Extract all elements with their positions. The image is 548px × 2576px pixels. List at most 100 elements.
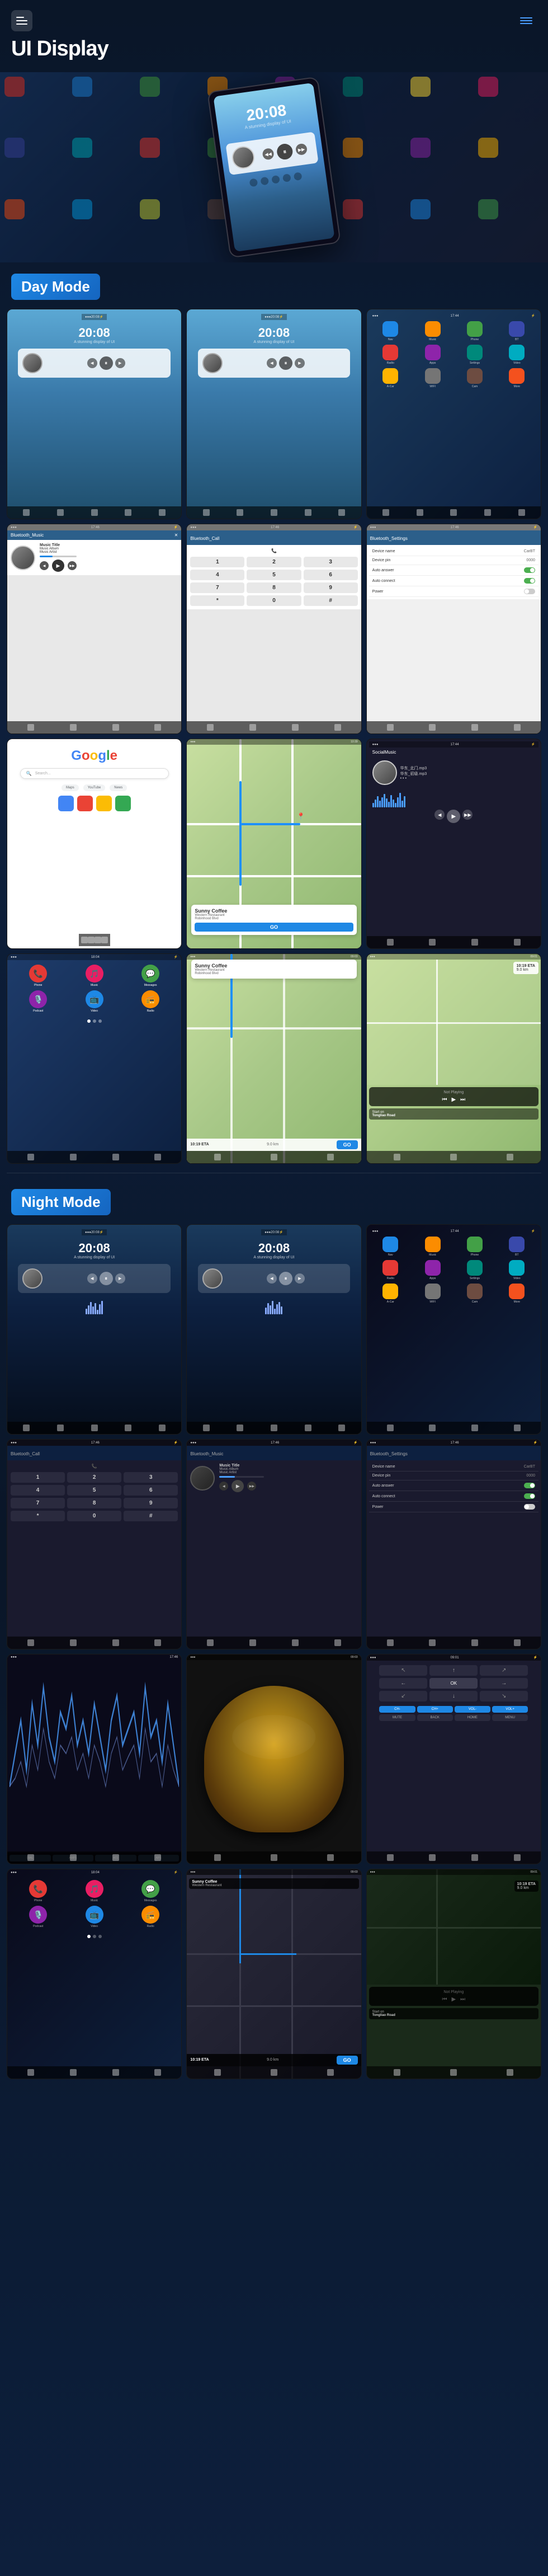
night-map-eta-screen: ●●●09:03 Sunny Coffee Western Restaurant (186, 1869, 361, 2079)
hero-play-button[interactable]: ⏸ (276, 143, 294, 161)
num-0[interactable]: 0 (247, 595, 301, 606)
night-auto-answer-toggle[interactable] (524, 1483, 535, 1488)
night-num-9[interactable]: 9 (124, 1498, 178, 1508)
app-podcast[interactable]: 🎙️ Podcast (12, 990, 64, 1013)
night-nav-func-3[interactable]: VOL- (455, 1706, 490, 1713)
night-num-1[interactable]: 1 (11, 1472, 65, 1483)
app-radio[interactable]: 📻 Radio (124, 990, 177, 1013)
num-5[interactable]: 5 (247, 570, 301, 580)
night-next-btn-2[interactable]: ▶ (295, 1273, 305, 1284)
app-messages[interactable]: 💬 Messages (124, 965, 177, 987)
night-prev-btn-1[interactable]: ◀ (87, 1273, 97, 1284)
night-nav-btn-up[interactable]: ↑ (429, 1665, 478, 1676)
night-np-play-btn[interactable]: ▶ (451, 1996, 456, 2002)
np-play-btn[interactable]: ▶ (451, 1097, 456, 1103)
hero-next-button[interactable]: ▶▶ (295, 143, 308, 156)
next-btn-1[interactable]: ▶ (115, 358, 125, 368)
night-app-video[interactable]: 📺 Video (68, 1906, 120, 1928)
app-icon-item[interactable]: Nav (371, 321, 410, 341)
num-star[interactable]: * (190, 595, 244, 606)
google-search-bar[interactable]: 🔍 Search... (20, 768, 169, 779)
night-go-btn[interactable]: GO (337, 2056, 358, 2065)
night-np-next-btn[interactable]: ⏭ (460, 1996, 465, 2002)
night-app-podcast[interactable]: 🎙️ Podcast (12, 1906, 64, 1928)
night-bt-next-btn[interactable]: ▶▶ (247, 1482, 256, 1491)
hero-prev-button[interactable]: ◀◀ (262, 148, 275, 161)
night-num-0[interactable]: 0 (67, 1511, 121, 1521)
power-toggle[interactable] (524, 589, 535, 594)
play-btn-2[interactable]: ⏸ (279, 356, 292, 370)
np-prev-btn[interactable]: ⏮ (442, 1097, 447, 1103)
night-power-toggle[interactable] (524, 1504, 535, 1510)
num-6[interactable]: 6 (304, 570, 358, 580)
night-num-7[interactable]: 7 (11, 1498, 65, 1508)
hamburger-icon[interactable] (516, 13, 537, 29)
auto-connect-toggle[interactable] (524, 578, 535, 584)
num-7[interactable]: 7 (190, 582, 244, 593)
night-app-music[interactable]: 🎵 Music (68, 1880, 120, 1902)
app-video[interactable]: 📺 Video (68, 990, 120, 1013)
google-chip-1[interactable]: Maps (62, 784, 79, 791)
prev-btn-1[interactable]: ◀ (87, 358, 97, 368)
night-next-btn-1[interactable]: ▶ (115, 1273, 125, 1284)
bt-play-btn[interactable]: ▶ (52, 560, 64, 572)
night-num-2[interactable]: 2 (67, 1472, 121, 1483)
num-3[interactable]: 3 (304, 557, 358, 567)
night-app-radio[interactable]: 📻 Radio (124, 1906, 177, 1928)
night-nav-func-8[interactable]: MENU (492, 1714, 528, 1721)
num-4[interactable]: 4 (190, 570, 244, 580)
night-nav-btn-tr[interactable]: ↗ (480, 1665, 528, 1676)
num-1[interactable]: 1 (190, 557, 244, 567)
app-phone[interactable]: 📞 Phone (12, 965, 64, 987)
night-app-messages[interactable]: 💬 Messages (124, 1880, 177, 1902)
night-nav-btn-center[interactable]: OK (429, 1678, 478, 1689)
night-np-prev-btn[interactable]: ⏮ (442, 1996, 447, 2002)
social-next-btn[interactable]: ▶▶ (462, 810, 473, 820)
night-nav-func-4[interactable]: VOL+ (492, 1706, 528, 1713)
night-nav-btn-left[interactable]: ← (379, 1678, 427, 1689)
bt-prev-btn[interactable]: ◀ (40, 561, 49, 570)
prev-btn-2[interactable]: ◀ (267, 358, 277, 368)
night-play-btn-1[interactable]: ⏸ (100, 1272, 113, 1285)
num-8[interactable]: 8 (247, 582, 301, 593)
night-bt-play-btn[interactable]: ▶ (232, 1480, 244, 1492)
google-chip-2[interactable]: YouTube (83, 784, 106, 791)
np-next-btn[interactable]: ⏭ (460, 1097, 465, 1103)
google-chip-3[interactable]: News (110, 784, 127, 791)
night-nav-btn-bl[interactable]: ↙ (379, 1691, 427, 1701)
night-nav-btn-tl[interactable]: ↖ (379, 1665, 427, 1676)
next-btn-2[interactable]: ▶ (295, 358, 305, 368)
app-music[interactable]: 🎵 Music (68, 965, 120, 987)
night-num-4[interactable]: 4 (11, 1485, 65, 1496)
night-prev-btn-2[interactable]: ◀ (267, 1273, 277, 1284)
night-num-5[interactable]: 5 (67, 1485, 121, 1496)
social-play-btn[interactable]: ▶ (447, 810, 460, 823)
night-nav-func-6[interactable]: BACK (417, 1714, 453, 1721)
play-btn-1[interactable]: ⏸ (100, 356, 113, 370)
night-num-8[interactable]: 8 (67, 1498, 121, 1508)
night-bt-prev-btn[interactable]: ◀ (219, 1482, 228, 1491)
num-2[interactable]: 2 (247, 557, 301, 567)
num-hash[interactable]: # (304, 595, 358, 606)
go-btn-map[interactable]: GO (337, 1140, 358, 1149)
night-nav-func-5[interactable]: MUTE (379, 1714, 415, 1721)
night-nav-func-7[interactable]: HOME (455, 1714, 490, 1721)
night-nav-btn-down[interactable]: ↓ (429, 1691, 478, 1701)
night-auto-connect-toggle[interactable] (524, 1493, 535, 1499)
auto-answer-toggle[interactable] (524, 567, 535, 573)
night-num-6[interactable]: 6 (124, 1485, 178, 1496)
night-play-btn-2[interactable]: ⏸ (279, 1272, 292, 1285)
social-prev-btn[interactable]: ◀ (434, 810, 445, 820)
menu-icon[interactable] (11, 10, 32, 31)
night-nav-btn-right[interactable]: → (480, 1678, 528, 1689)
night-num-star[interactable]: * (11, 1511, 65, 1521)
bt-next-btn[interactable]: ▶▶ (68, 561, 77, 570)
night-nav-func-1[interactable]: CH- (379, 1706, 415, 1713)
night-nav-func-2[interactable]: CH+ (417, 1706, 453, 1713)
night-app-phone[interactable]: 📞 Phone (12, 1880, 64, 1902)
num-9[interactable]: 9 (304, 582, 358, 593)
night-num-hash[interactable]: # (124, 1511, 178, 1521)
night-num-3[interactable]: 3 (124, 1472, 178, 1483)
night-nav-btn-br[interactable]: ↘ (480, 1691, 528, 1701)
nav-go-btn[interactable]: GO (195, 923, 353, 932)
